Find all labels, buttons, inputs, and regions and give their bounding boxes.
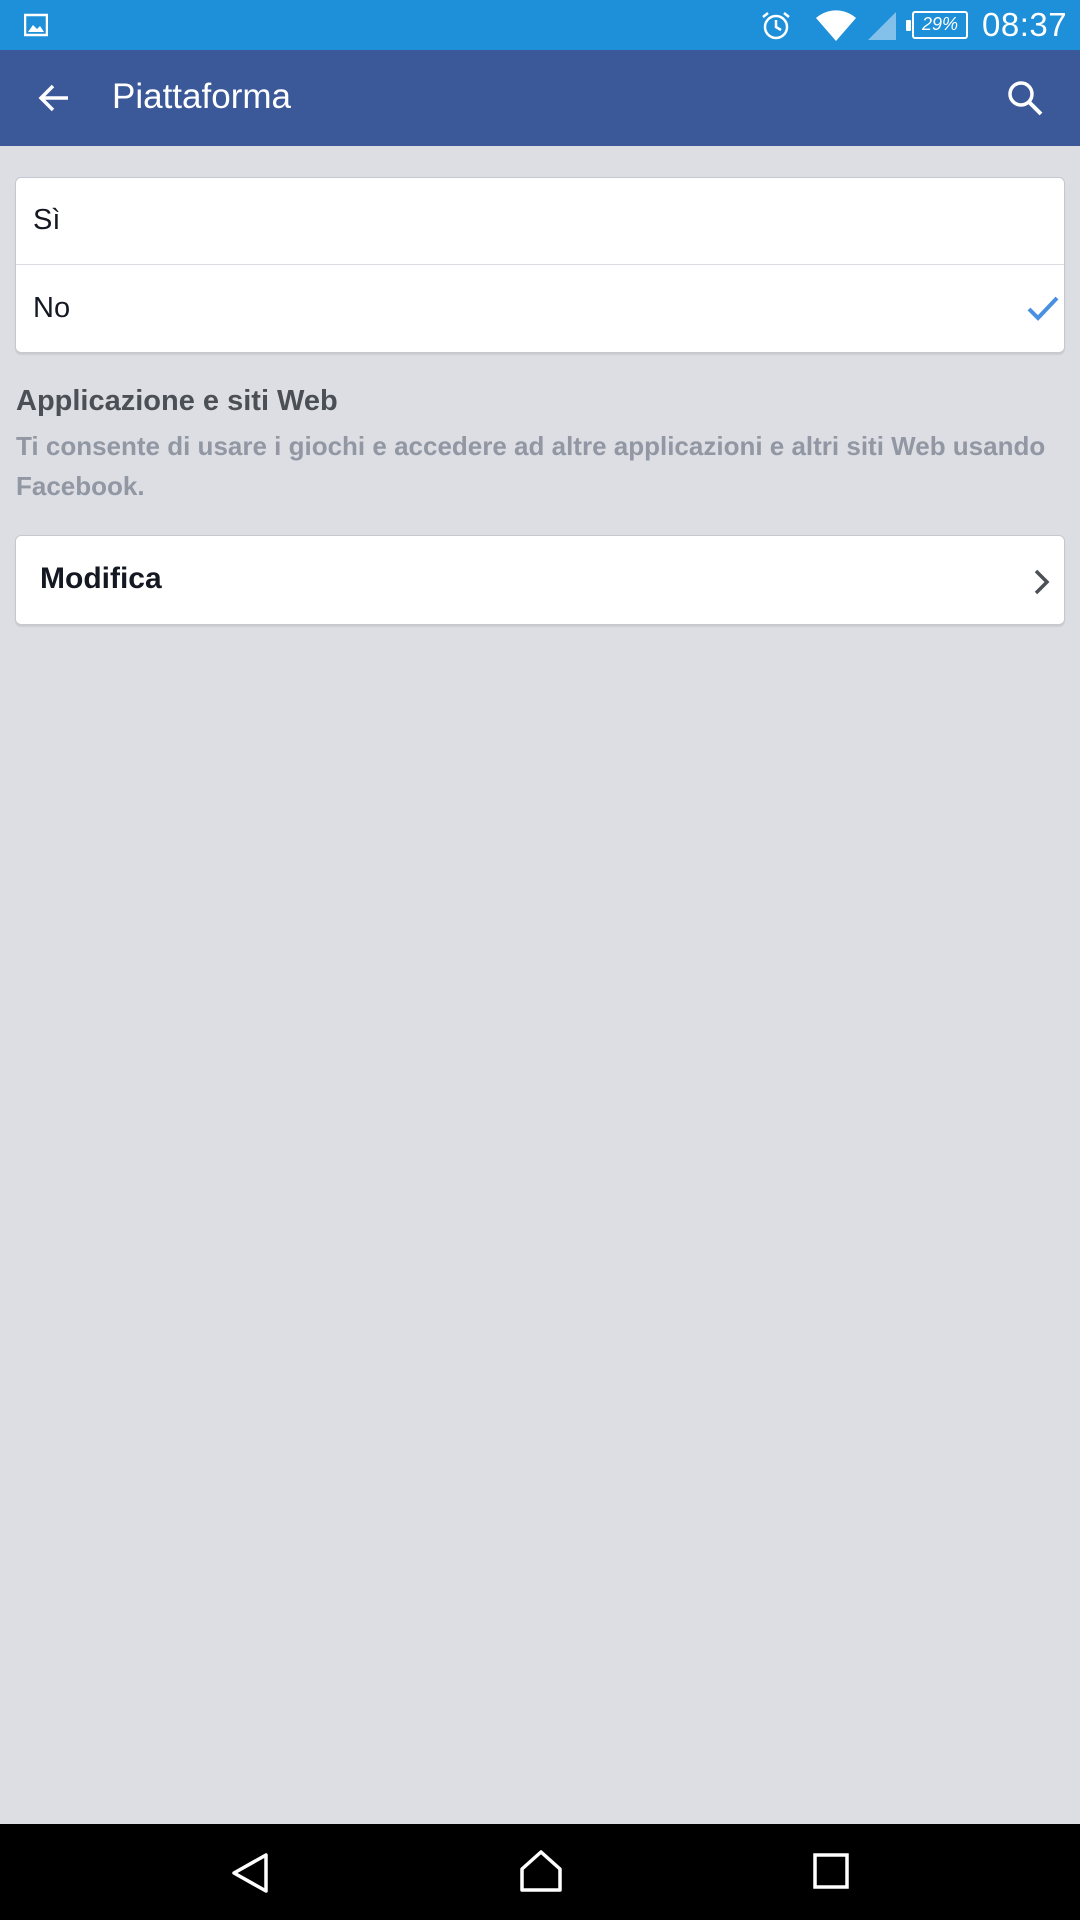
edit-label: Modifica [40,562,162,595]
page-title: Piattaforma [112,77,291,116]
alarm-icon [762,12,790,40]
option-label: No [33,292,71,324]
navigation-bar [0,1824,1080,1920]
option-no[interactable]: No [16,266,1064,353]
battery-icon: 29% [906,11,968,39]
edit-row[interactable]: Modifica [15,535,1065,625]
nav-back-icon[interactable] [228,1850,274,1896]
checkmark-icon [1027,296,1059,321]
option-label: Sì [33,204,61,236]
nav-recents-icon[interactable] [812,1852,850,1890]
section-title: Applicazione e siti Web [16,385,338,417]
clock: 08:37 [982,6,1068,43]
signal-icon [868,12,896,40]
chevron-right-icon [1034,569,1050,595]
battery-percent: 29% [921,14,959,34]
status-bar: 29% 08:37 [0,0,1080,50]
nav-home-icon[interactable] [518,1848,564,1894]
option-si[interactable]: Sì [16,178,1064,265]
search-icon[interactable] [1005,78,1045,118]
section-description: Ti consente di usare i giochi e accedere… [16,431,1046,501]
back-arrow-icon[interactable] [34,78,74,118]
visibility-options: Sì No [15,177,1065,353]
app-bar: Piattaforma [0,50,1080,146]
gallery-icon [24,13,48,37]
wifi-icon [816,10,856,42]
